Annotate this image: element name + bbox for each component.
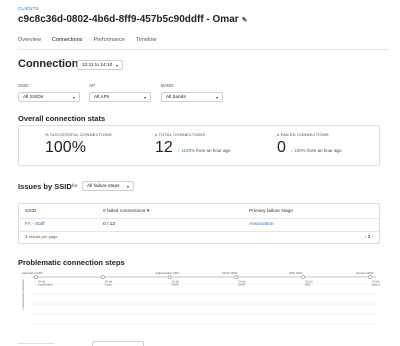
step-top-label: Association 100% (22, 271, 43, 275)
ssid-filter-select[interactable]: All SSIDs ▾ (18, 92, 80, 102)
stat-failed: # FAILED CONNECTIONS 0 ↓ 100% from an ho… (277, 132, 341, 157)
stat-value: 100% (45, 139, 86, 156)
results-per-page[interactable]: 1 results per page (25, 234, 57, 239)
y-axis-label: # unsuccessful connections (22, 279, 25, 310)
breadcrumb[interactable]: CLIENTS (18, 6, 39, 11)
chevron-down-icon: ▾ (215, 94, 218, 100)
row-failed: 0 / 12 (103, 222, 116, 227)
step-marker[interactable] (368, 275, 372, 279)
stat-change: ↑ 1100% from an hour ago (178, 148, 231, 153)
connections-heading: Connections (18, 58, 85, 70)
header-divider (19, 218, 379, 219)
issues-table: SSID # failed connections ▾ Primary fail… (18, 203, 380, 244)
step-fail-label: pass clients (372, 284, 380, 287)
step-marker[interactable] (100, 275, 105, 279)
step-marker[interactable] (301, 275, 306, 279)
stats-card: % SUCCESSFUL CONNECTIONS 100% # TOTAL CO… (18, 125, 380, 166)
arrow-up-icon: ↑ (177, 148, 181, 153)
failure-steps-value: All failure steps (87, 183, 120, 189)
stat-successful: % SUCCESSFUL CONNECTIONS 100% (45, 132, 112, 157)
row-ssid-link[interactable]: FA - Staff (25, 222, 45, 227)
row-divider (19, 231, 379, 232)
col-stage[interactable]: Primary failure stage (249, 209, 293, 214)
tab-overview[interactable]: Overview (18, 37, 41, 49)
chevron-down-icon: ▾ (126, 183, 129, 189)
band-filter-label: BAND (161, 83, 174, 88)
band-filter-select[interactable]: All bands ▾ (161, 92, 223, 102)
bottom-divider (18, 343, 54, 344)
bottom-select[interactable] (92, 341, 144, 346)
gridlines (32, 283, 376, 325)
page-number: 1 (367, 234, 371, 239)
change-text: from an hour ago (196, 148, 231, 153)
problematic-heading: Problematic connection steps (18, 258, 125, 267)
step-marker[interactable] (34, 275, 38, 279)
step-fail-label: DHCP (238, 284, 245, 287)
step-fail-label: DNS (305, 284, 310, 287)
connection-steps-chart: Association 100%0% fail0 connections0% f… (22, 271, 380, 325)
stat-change: ↓ 100% from an hour ago (291, 148, 342, 153)
results-per-page-value: 1 (25, 234, 28, 239)
page-title: c9c8c36d-0802-4b6d-8ff9-457b5c90ddff - O… (18, 14, 248, 25)
step-marker[interactable] (167, 275, 172, 279)
ssid-filter-label: SSID (18, 83, 29, 88)
chevron-down-icon: ▾ (72, 94, 75, 100)
ssid-filter-value: All SSIDs (23, 94, 44, 100)
chevron-down-icon: ▾ (115, 62, 118, 68)
row-stage-link[interactable]: Association (249, 222, 274, 227)
arrow-down-icon: ↓ (290, 148, 294, 153)
step-marker[interactable] (234, 275, 239, 279)
step-top-label: DNS 100% (289, 271, 303, 275)
chevron-down-icon: ▾ (143, 94, 146, 100)
tab-connections[interactable]: Connections (51, 37, 83, 50)
time-range-select[interactable]: 13:11 to 14:10 ▾ (77, 60, 123, 70)
step-top-label: DHCP 100% (222, 271, 237, 275)
step-fail-label: 0 EAP (172, 284, 179, 287)
page-title-text: c9c8c36d-0802-4b6d-8ff9-457b5c90ddff - O… (18, 14, 239, 25)
prev-page-icon[interactable]: ‹ (365, 234, 367, 239)
issues-for-label: for (72, 184, 78, 189)
step-top-label: Success 100% (356, 271, 374, 275)
change-percent: 1100% (181, 148, 195, 153)
stat-label: # FAILED CONNECTIONS (277, 132, 329, 137)
step-fail-label: 0 connections (38, 284, 54, 287)
failure-steps-select[interactable]: All failure steps ▾ (82, 181, 134, 191)
col-ssid[interactable]: SSID (25, 209, 36, 214)
stat-value: 12 (155, 139, 173, 156)
change-text: from an hour ago (307, 148, 342, 153)
sort-down-icon: ▾ (146, 209, 150, 214)
stat-total: # TOTAL CONNECTIONS 12 ↑ 1100% from an h… (155, 132, 231, 157)
ap-filter-label: AP (89, 83, 96, 88)
change-percent: 100% (294, 148, 306, 153)
col-failed-label: # failed connections (103, 209, 146, 214)
stat-value: 0 (277, 139, 286, 156)
band-filter-value: All bands (166, 94, 186, 100)
next-page-icon[interactable]: › (372, 234, 374, 239)
stat-label: # TOTAL CONNECTIONS (155, 132, 206, 137)
tab-timeline[interactable]: Timeline (136, 37, 157, 49)
pencil-icon[interactable]: ✎ (242, 16, 248, 24)
overall-stats-heading: Overall connection stats (18, 114, 106, 123)
ap-filter-select[interactable]: All APs ▾ (89, 92, 151, 102)
tab-divider (18, 49, 388, 50)
step-top-label: Authentication 100% (156, 271, 180, 275)
issues-heading: Issues by SSID (18, 182, 72, 191)
step-fail-label: 0 auth (105, 284, 112, 287)
results-per-page-label: results per page (28, 234, 58, 239)
time-range-value: 13:11 to 14:10 (82, 62, 113, 68)
col-failed[interactable]: # failed connections ▾ (103, 209, 149, 214)
pagination: ‹ 1 › (365, 234, 373, 239)
ap-filter-value: All APs (94, 94, 110, 100)
tab-bar: Overview Connections Performance Timelin… (18, 37, 157, 50)
stat-label: % SUCCESSFUL CONNECTIONS (45, 132, 112, 137)
tab-performance[interactable]: Performance (94, 37, 126, 49)
